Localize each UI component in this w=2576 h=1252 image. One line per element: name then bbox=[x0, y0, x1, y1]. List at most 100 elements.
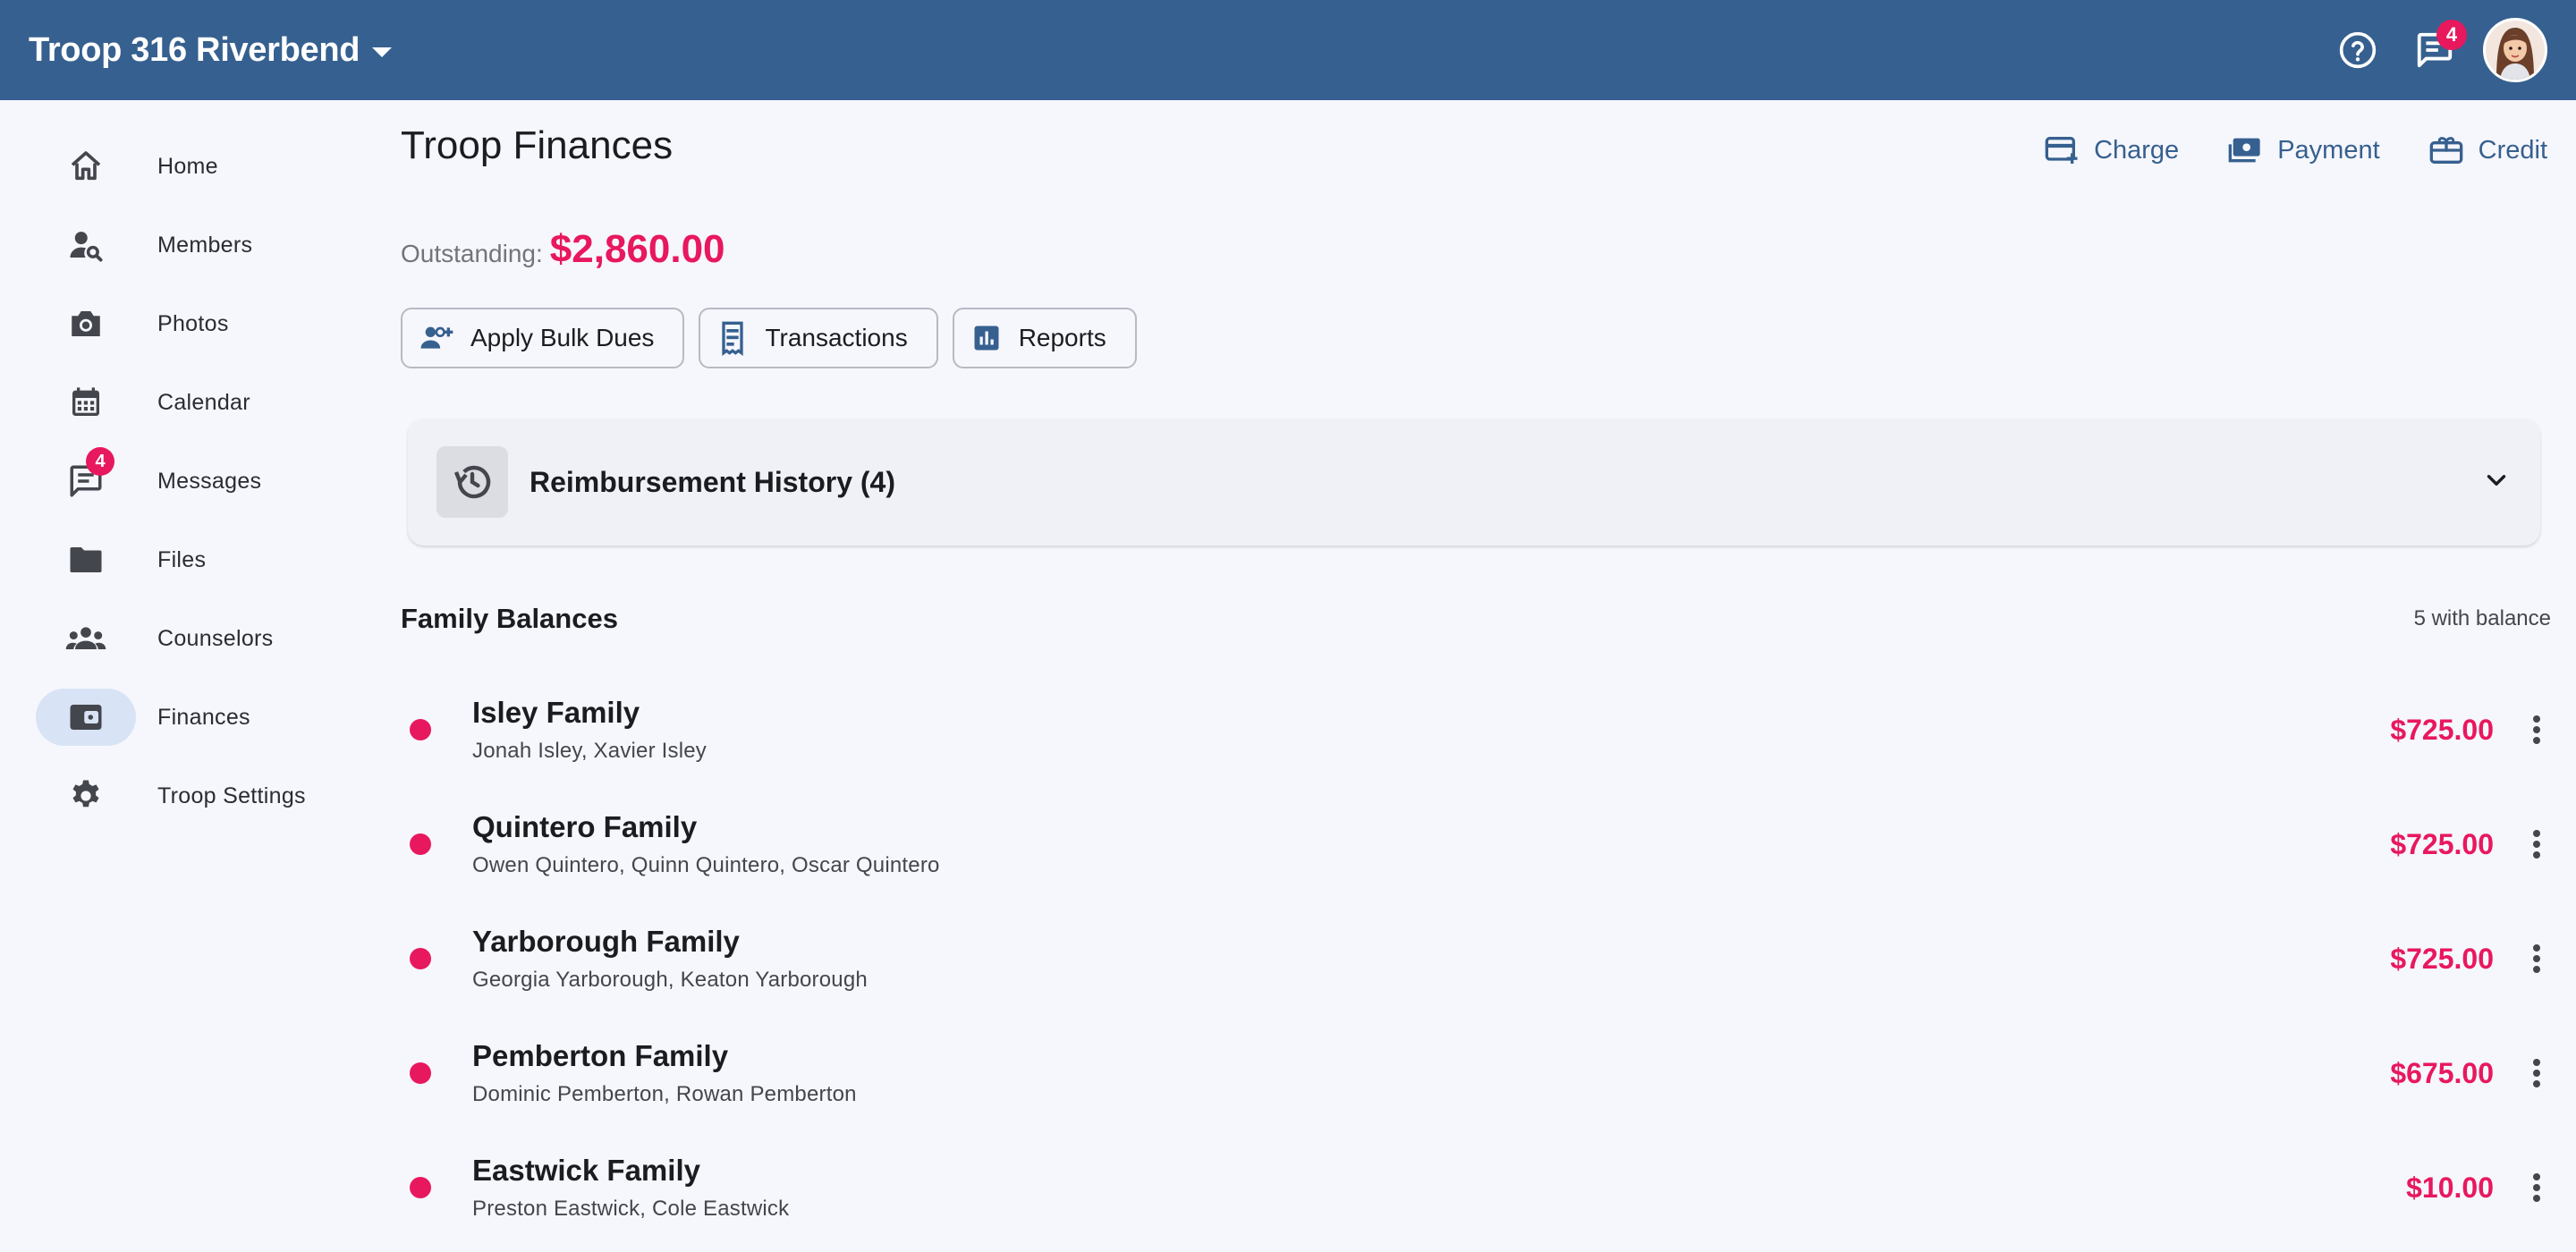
family-members: Owen Quintero, Quinn Quintero, Oscar Qui… bbox=[472, 853, 940, 877]
apply-bulk-dues-button[interactable]: Apply Bulk Dues bbox=[401, 308, 685, 368]
page-title: Troop Finances bbox=[401, 123, 674, 167]
sidebar-item-files[interactable]: Files bbox=[36, 531, 340, 588]
charge-button[interactable]: Charge bbox=[2044, 132, 2179, 168]
family-name: Eastwick Family bbox=[472, 1154, 700, 1187]
reimbursement-history-panel[interactable]: Reimbursement History (4) bbox=[408, 419, 2540, 546]
sidebar-item-messages[interactable]: 4 Messages bbox=[36, 447, 340, 510]
sidebar-item-label: Calendar bbox=[157, 389, 250, 415]
family-balance: $725.00 bbox=[2390, 942, 2494, 975]
status-dot bbox=[410, 719, 431, 740]
sidebar-item-members[interactable]: Members bbox=[36, 216, 340, 274]
family-balances-title: Family Balances bbox=[401, 603, 618, 634]
person-search-icon bbox=[70, 232, 103, 262]
sidebar-item-label: Counselors bbox=[157, 625, 274, 651]
list-item[interactable]: Eastwick Family Preston Eastwick, Cole E… bbox=[401, 1130, 2547, 1245]
payment-button[interactable]: Payment bbox=[2227, 132, 2380, 168]
status-dot bbox=[410, 1177, 431, 1198]
family-name: Pemberton Family bbox=[472, 1039, 729, 1072]
messages-badge: 4 bbox=[86, 447, 114, 476]
bar-chart-icon bbox=[974, 326, 999, 351]
family-balance: $10.00 bbox=[2406, 1171, 2494, 1204]
more-vert-icon[interactable] bbox=[2515, 1052, 2558, 1095]
help-button[interactable] bbox=[2329, 21, 2386, 79]
wallet-icon bbox=[70, 705, 102, 730]
camera-icon bbox=[72, 311, 100, 336]
user-avatar-icon bbox=[2486, 21, 2545, 80]
family-name: Yarborough Family bbox=[472, 925, 740, 958]
sidebar-item-photos[interactable]: Photos bbox=[36, 295, 340, 352]
sidebar-item-troop-settings[interactable]: Troop Settings bbox=[36, 767, 340, 825]
sidebar-item-label: Photos bbox=[157, 310, 229, 336]
caret-down-icon bbox=[372, 47, 393, 57]
family-members: Jonah Isley, Xavier Isley bbox=[472, 739, 708, 763]
topbar-actions: 4 bbox=[2309, 18, 2547, 82]
outstanding-label: Outstanding: bbox=[401, 240, 543, 267]
sidebar-item-counselors[interactable]: Counselors bbox=[36, 610, 340, 667]
family-name: Isley Family bbox=[472, 696, 640, 729]
gift-card-icon bbox=[2429, 137, 2462, 164]
home-icon bbox=[71, 151, 101, 181]
sidebar-item-home[interactable]: Home bbox=[36, 138, 340, 195]
finance-button-row: Apply Bulk Dues Transactions Reports bbox=[401, 308, 1151, 368]
main-content: Troop Finances Charge Payment Credit Out… bbox=[401, 100, 2551, 1252]
family-balance: $675.00 bbox=[2390, 1056, 2494, 1089]
sidebar-item-label: Finances bbox=[157, 704, 250, 730]
reports-button[interactable]: Reports bbox=[952, 308, 1137, 368]
outstanding-value: $2,860.00 bbox=[549, 227, 725, 271]
transactions-label: Transactions bbox=[765, 324, 908, 351]
reimbursement-history-title: Reimbursement History (4) bbox=[530, 465, 895, 498]
sidebar-item-label: Files bbox=[157, 546, 207, 572]
family-balance: $725.00 bbox=[2390, 713, 2494, 746]
sidebar-item-label: Messages bbox=[157, 468, 262, 494]
family-balances-header: Family Balances 5 with balance bbox=[401, 603, 2551, 635]
calendar-icon bbox=[72, 387, 99, 416]
header-actions: Charge Payment Credit bbox=[1996, 132, 2547, 168]
sidebar-item-finances[interactable]: Finances bbox=[36, 689, 340, 746]
troop-selector[interactable]: Troop 316 Riverbend bbox=[29, 30, 393, 70]
help-icon bbox=[2339, 31, 2377, 69]
groups-icon bbox=[65, 627, 106, 649]
family-members: Dominic Pemberton, Rowan Pemberton bbox=[472, 1082, 857, 1106]
more-vert-icon[interactable] bbox=[2515, 937, 2558, 980]
messages-badge: 4 bbox=[2436, 20, 2467, 50]
list-item[interactable]: Pemberton Family Dominic Pemberton, Rowa… bbox=[401, 1016, 2547, 1130]
status-dot bbox=[410, 948, 431, 969]
credit-button[interactable]: Credit bbox=[2428, 132, 2547, 168]
status-dot bbox=[410, 833, 431, 855]
status-dot bbox=[410, 1062, 431, 1084]
sidebar-item-label: Troop Settings bbox=[157, 782, 306, 808]
troop-name: Troop 316 Riverbend bbox=[29, 30, 360, 69]
reports-label: Reports bbox=[1018, 324, 1106, 351]
gear-icon bbox=[72, 780, 99, 808]
more-vert-icon[interactable] bbox=[2515, 708, 2558, 751]
payment-label: Payment bbox=[2277, 135, 2380, 165]
with-balance-count: 5 with balance bbox=[2413, 606, 2551, 630]
family-balances-list: Isley Family Jonah Isley, Xavier Isley $… bbox=[401, 673, 2547, 1245]
sidebar-item-label: Members bbox=[157, 232, 253, 258]
payments-icon bbox=[2228, 138, 2260, 163]
sidebar-item-label: Home bbox=[157, 153, 218, 179]
list-item[interactable]: Isley Family Jonah Isley, Xavier Isley $… bbox=[401, 673, 2547, 787]
list-item[interactable]: Quintero Family Owen Quintero, Quinn Qui… bbox=[401, 787, 2547, 901]
list-item[interactable]: Yarborough Family Georgia Yarborough, Ke… bbox=[401, 901, 2547, 1016]
transactions-button[interactable]: Transactions bbox=[699, 308, 938, 368]
receipt-icon bbox=[722, 321, 744, 356]
history-icon bbox=[453, 465, 491, 499]
family-members: Preston Eastwick, Cole Eastwick bbox=[472, 1197, 790, 1221]
folder-icon bbox=[70, 547, 102, 572]
messages-button[interactable]: 4 bbox=[2406, 20, 2467, 79]
avatar[interactable] bbox=[2483, 18, 2547, 82]
family-balance: $725.00 bbox=[2390, 827, 2494, 860]
top-bar: Troop 316 Riverbend 4 bbox=[0, 0, 2576, 100]
outstanding-summary: Outstanding: $2,860.00 bbox=[401, 227, 725, 272]
add-card-icon bbox=[2045, 137, 2078, 164]
family-members: Georgia Yarborough, Keaton Yarborough bbox=[472, 968, 868, 992]
more-vert-icon[interactable] bbox=[2515, 1166, 2558, 1209]
apply-bulk-dues-label: Apply Bulk Dues bbox=[470, 324, 655, 351]
more-vert-icon[interactable] bbox=[2515, 823, 2558, 866]
family-name: Quintero Family bbox=[472, 810, 698, 843]
sidebar: Home Members Photos Calendar 4 Messages … bbox=[0, 100, 358, 1252]
sidebar-item-calendar[interactable]: Calendar bbox=[36, 374, 340, 431]
chevron-down-icon[interactable] bbox=[2481, 465, 2512, 500]
charge-label: Charge bbox=[2094, 135, 2180, 165]
